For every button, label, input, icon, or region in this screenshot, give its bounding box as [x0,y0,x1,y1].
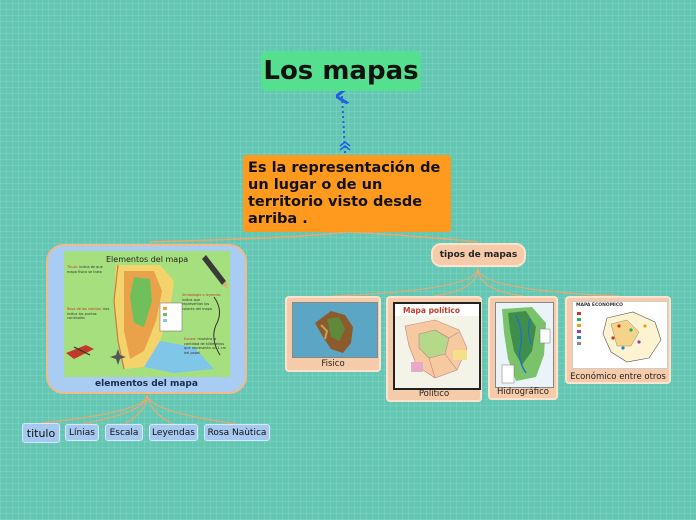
elementos-del-mapa-node[interactable]: Elementos del mapa Título: indica de que… [46,244,247,394]
definition-line: un lugar o de un [248,177,383,193]
element-label: titulo [26,426,56,440]
map-type-label: Hidrográfico [497,387,549,397]
central-topic-label: Los mapas [263,56,419,86]
element-linias-node[interactable]: Línias [65,424,99,441]
element-escala-node[interactable]: Escala [105,424,143,441]
note-text: indica que representan los colores del m… [182,297,213,311]
map-elements-note: Rosa de los vientos: nos indica los punt… [67,307,113,321]
definition-node[interactable]: Es la representación de un lugar o de un… [243,155,451,232]
note-label: Escala: [184,337,197,341]
map-type-politico-node[interactable]: Mapa político Político [386,296,482,402]
branch-connector-elementos [149,231,348,243]
political-map-image: Mapa político [393,302,481,390]
branch-connector-rosa [146,394,238,425]
branch-connector-linias [81,394,148,425]
note-label: Título: [67,265,78,269]
branch-connector-titulo [40,394,148,424]
elementos-del-mapa-label: elementos del mapa [95,379,198,389]
branch-connector-leyendas [146,394,174,425]
note-label: Simbología o leyenda: [182,293,221,297]
map-elements-note: Simbología o leyenda: indica que represe… [182,293,222,311]
map-type-economico-node[interactable]: MAPA ECONÓMICO Económico entre otros [565,296,671,384]
element-rosa-nautica-node[interactable]: Rosa Naùtica [204,424,270,441]
branch-connector-fisico [332,267,479,297]
branch-connector-escala [123,394,148,425]
arrow-tail-icon [339,141,351,151]
element-label: Línias [69,427,95,438]
physical-map-image [292,302,378,358]
element-label: Escala [109,427,139,438]
map-elements-image-title: Elementos del mapa [106,255,189,264]
definition-line: Es la representación de [248,160,441,176]
map-elements-note: Título: indica de que mapa físico se tra… [67,265,113,274]
definition-line: arriba . [248,211,308,227]
element-leyendas-node[interactable]: Leyendas [149,424,198,441]
element-label: Leyendas [152,427,195,438]
map-elements-note: Escala: muestra la cantidad de kilómetro… [184,337,228,355]
tipos-de-mapas-label: tipos de mapas [439,250,518,260]
branch-connector-hidrografico [477,267,524,297]
tipos-de-mapas-node[interactable]: tipos de mapas [431,243,526,267]
map-type-label: Político [418,389,450,399]
definition-line: territorio visto desde [248,194,423,210]
central-topic-node[interactable]: Los mapas [261,51,421,91]
map-type-hidrografico-node[interactable]: Hidrográfico [488,296,558,400]
branch-connector-economico [477,267,619,297]
map-type-label: Económico entre otros [570,372,666,382]
economic-map-image: MAPA ECONÓMICO [572,301,668,369]
branch-connector-tipos [346,231,479,243]
map-elements-image: Elementos del mapa Título: indica de que… [64,251,230,377]
element-titulo-node[interactable]: titulo [22,423,60,443]
branch-connector-politico [433,267,479,297]
map-type-fisico-node[interactable]: Fisico [285,296,381,372]
hydrographic-map-image [495,302,554,388]
element-label: Rosa Naùtica [207,427,267,438]
map-type-label: Fisico [321,359,345,369]
note-label: Rosa de los vientos: [67,307,102,311]
